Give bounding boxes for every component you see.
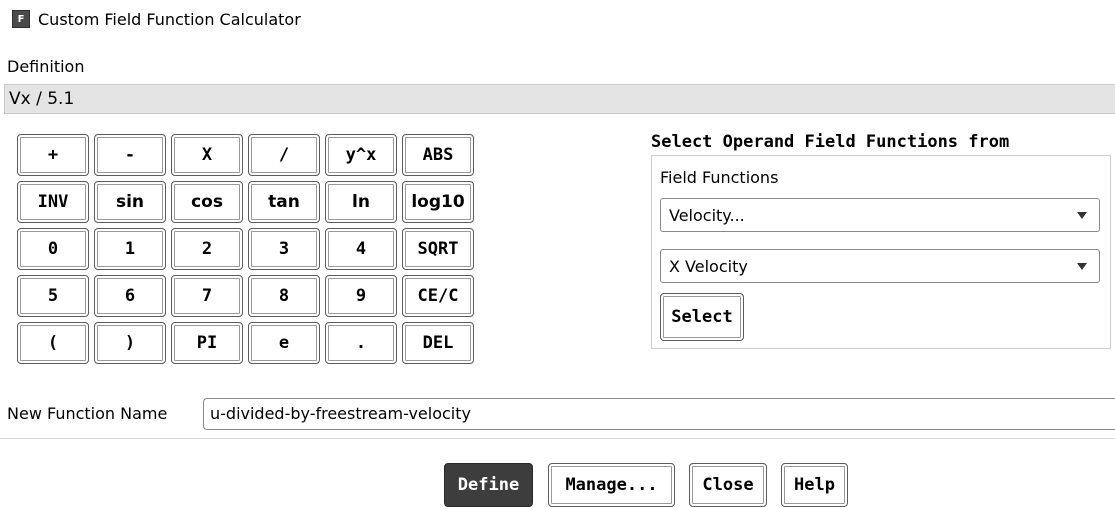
dropdown-arrow-icon	[1077, 212, 1087, 219]
field-function-select[interactable]: X Velocity	[660, 249, 1100, 283]
key-sqrt[interactable]: SQRT	[402, 228, 474, 270]
key-sin[interactable]: sin	[94, 181, 166, 223]
key-e[interactable]: e	[248, 322, 320, 364]
window-title: Custom Field Function Calculator	[38, 9, 301, 29]
close-button[interactable]: Close	[689, 463, 767, 507]
key-log10[interactable]: log10	[402, 181, 474, 223]
key-close-paren[interactable]: )	[94, 322, 166, 364]
key-minus[interactable]: -	[94, 134, 166, 176]
key-power[interactable]: y^x	[325, 134, 397, 176]
key-tan[interactable]: tan	[248, 181, 320, 223]
key-8[interactable]: 8	[248, 275, 320, 317]
key-3[interactable]: 3	[248, 228, 320, 270]
divider	[0, 438, 1115, 439]
key-multiply[interactable]: X	[171, 134, 243, 176]
operand-section-title: Select Operand Field Functions from	[651, 132, 1010, 152]
key-decimal[interactable]: .	[325, 322, 397, 364]
dropdown-arrow-icon	[1077, 263, 1087, 270]
field-function-value: X Velocity	[669, 256, 748, 276]
key-7[interactable]: 7	[171, 275, 243, 317]
keypad: + - X / y^x ABS INV sin cos tan ln log10…	[17, 134, 474, 364]
new-function-name-input[interactable]: u-divided-by-freestream-velocity	[203, 398, 1115, 430]
new-function-name-label: New Function Name	[7, 404, 168, 423]
key-divide[interactable]: /	[248, 134, 320, 176]
key-9[interactable]: 9	[325, 275, 397, 317]
field-functions-label: Field Functions	[660, 168, 779, 187]
definition-label: Definition	[7, 57, 85, 76]
definition-field[interactable]: Vx / 5.1	[4, 84, 1115, 114]
select-button[interactable]: Select	[660, 293, 744, 341]
operand-panel: Field Functions Velocity... X Velocity S…	[651, 155, 1111, 349]
define-button[interactable]: Define	[444, 463, 533, 507]
key-del[interactable]: DEL	[402, 322, 474, 364]
manage-button[interactable]: Manage...	[548, 463, 675, 507]
key-4[interactable]: 4	[325, 228, 397, 270]
help-button[interactable]: Help	[781, 463, 848, 507]
key-plus[interactable]: +	[17, 134, 89, 176]
app-icon: F	[12, 10, 30, 28]
field-category-value: Velocity...	[669, 205, 745, 225]
key-pi[interactable]: PI	[171, 322, 243, 364]
key-abs[interactable]: ABS	[402, 134, 474, 176]
key-clear[interactable]: CE/C	[402, 275, 474, 317]
title-bar: F Custom Field Function Calculator	[12, 8, 301, 30]
key-0[interactable]: 0	[17, 228, 89, 270]
field-category-select[interactable]: Velocity...	[660, 198, 1100, 232]
key-1[interactable]: 1	[94, 228, 166, 270]
key-5[interactable]: 5	[17, 275, 89, 317]
key-open-paren[interactable]: (	[17, 322, 89, 364]
key-inv[interactable]: INV	[17, 181, 89, 223]
key-6[interactable]: 6	[94, 275, 166, 317]
key-ln[interactable]: ln	[325, 181, 397, 223]
key-cos[interactable]: cos	[171, 181, 243, 223]
key-2[interactable]: 2	[171, 228, 243, 270]
